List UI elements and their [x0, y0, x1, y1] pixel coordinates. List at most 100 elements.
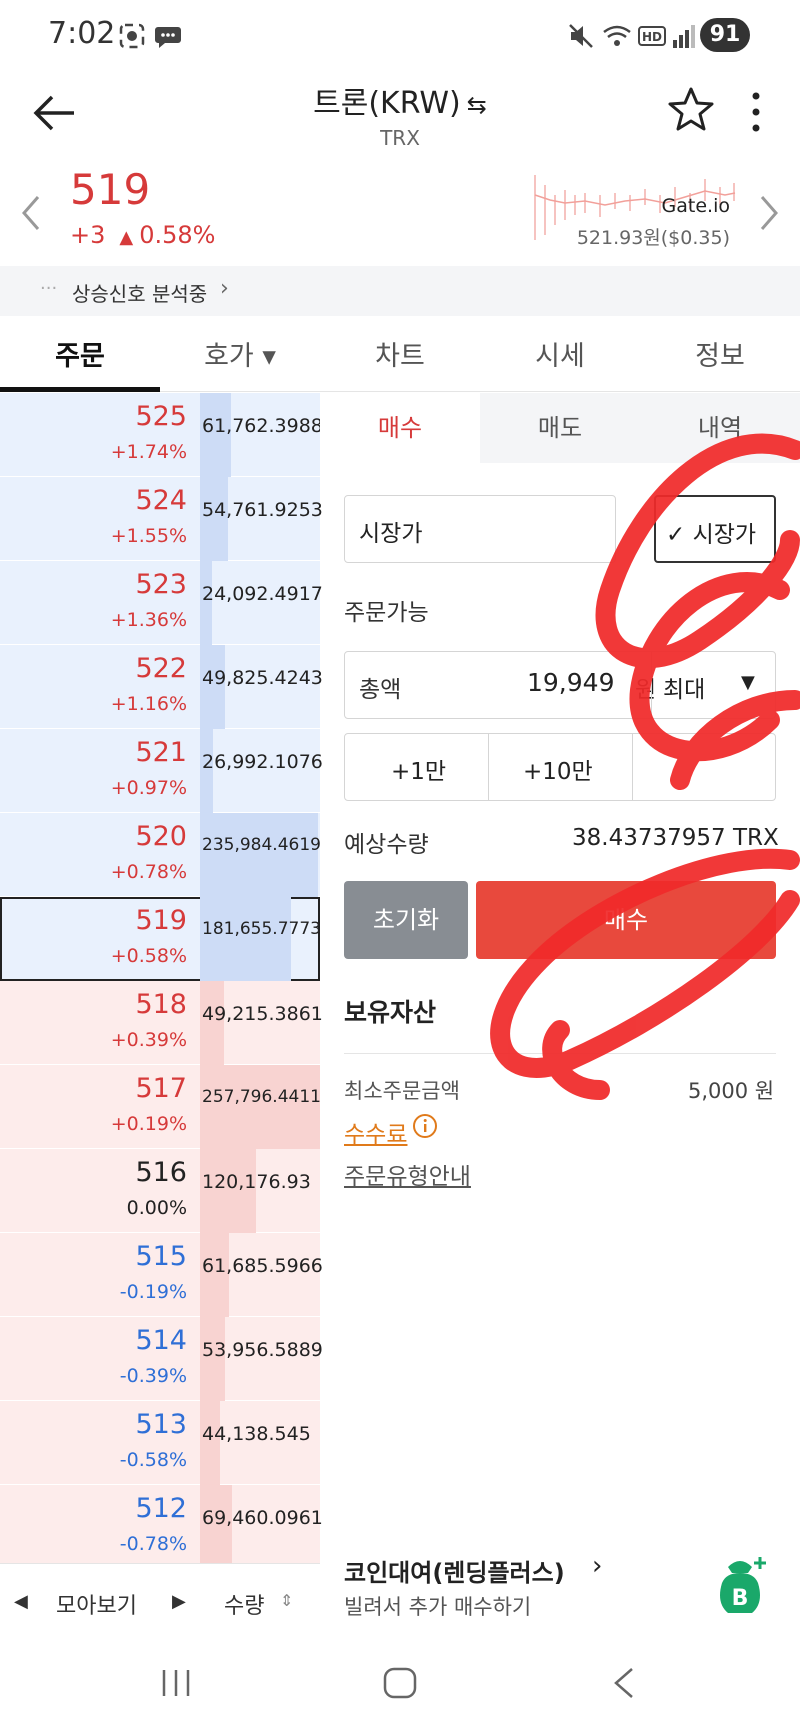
tab-history[interactable]: 내역	[640, 393, 800, 463]
orderbook-quantity: 257,796.4411	[202, 1087, 321, 1107]
orderbook-row[interactable]: 514 -0.39% 53,956.5889	[0, 1317, 323, 1401]
buy-button[interactable]: 매수	[476, 881, 776, 959]
orderbook-quantity: 181,655.7773	[202, 919, 321, 939]
order-panel: 매수 매도 내역 시장가 ✓ 시장가 주문가능 총액 19,949 원 최대 ▼…	[320, 393, 800, 1640]
previous-coin-icon[interactable]	[18, 193, 44, 237]
dropdown-caret-icon[interactable]: ▼	[741, 672, 755, 693]
system-nav-bar	[0, 1640, 800, 1734]
tab-orderbook[interactable]: 호가 ▾	[160, 334, 320, 373]
recent-apps-icon[interactable]	[160, 1666, 192, 1704]
add-100k-button[interactable]: +10만	[523, 752, 593, 786]
orderbook-row[interactable]: 525 +1.74% 61,762.3988	[0, 393, 323, 477]
orderbook-row[interactable]: 521 +0.97% 26,992.1076	[0, 729, 323, 813]
orderbook-row[interactable]: 523 +1.36% 24,092.4917	[0, 561, 323, 645]
max-dropdown-label[interactable]: 최대	[663, 670, 705, 704]
order-type-value: 시장가	[359, 521, 423, 547]
signal-banner[interactable]: ··· 상승신호 분석중 ›	[0, 266, 800, 316]
mute-icon	[568, 22, 594, 54]
orderbook-row[interactable]: 519 +0.58% 181,655.7773	[0, 897, 321, 981]
orderbook-change-pct: -0.78%	[119, 1533, 187, 1555]
orderbook-price: 517	[135, 1073, 187, 1104]
order-type-field[interactable]: 시장가	[344, 495, 616, 563]
orderbook-row[interactable]: 522 +1.16% 49,825.4243	[0, 645, 323, 729]
back-icon[interactable]	[612, 1666, 636, 1704]
available-label: 주문가능	[344, 600, 429, 626]
fee-link[interactable]: 수수료	[344, 1115, 407, 1149]
hd-icon: HD	[638, 22, 666, 54]
order-book-footer: ◀ 모아보기 ▶ 수량 ⇕	[0, 1563, 320, 1640]
volume-bar	[200, 813, 318, 897]
price-change-value: +3	[70, 221, 106, 249]
orderbook-change-pct: +0.97%	[110, 777, 187, 799]
tab-buy[interactable]: 매수	[320, 393, 480, 463]
orderbook-price: 513	[135, 1409, 187, 1440]
price-summary: 519 +3 ▲ 0.58% Gate.io 521.93원($0.35)	[0, 155, 800, 265]
add-10k-button[interactable]: +1만	[391, 752, 446, 786]
orderbook-change-pct: -0.58%	[119, 1449, 187, 1471]
holdings-label: 보유자산	[344, 998, 437, 1027]
wifi-icon	[602, 22, 632, 54]
total-amount-field[interactable]: 총액 19,949 원 최대 ▼	[344, 651, 776, 719]
orderbook-change-pct: +0.39%	[110, 1029, 187, 1051]
loading-dots-icon: ···	[40, 278, 58, 299]
reset-button[interactable]: 초기화	[344, 881, 468, 959]
order-type-guide-link[interactable]: 주문유형안내	[344, 1157, 471, 1191]
chat-icon	[154, 22, 182, 54]
market-order-toggle-label: ✓ 시장가	[666, 522, 757, 548]
tab-info[interactable]: 정보	[640, 334, 800, 373]
orderbook-price: 514	[135, 1325, 187, 1356]
orderbook-quantity: 69,460.0961	[202, 1507, 323, 1529]
tab-market[interactable]: 시세	[480, 334, 640, 373]
volume-bar	[200, 1065, 320, 1149]
orderbook-quantity: 44,138.545	[202, 1423, 311, 1445]
orderbook-change-pct: +0.58%	[110, 945, 187, 967]
orderbook-row[interactable]: 516 0.00% 120,176.93	[0, 1149, 320, 1233]
orderbook-row[interactable]: 518 +0.39% 49,215.3861	[0, 981, 323, 1065]
orderbook-change-pct: -0.19%	[119, 1281, 187, 1303]
more-options-icon[interactable]	[748, 90, 764, 138]
orderbook-change-pct: +1.36%	[110, 609, 187, 631]
orderbook-row[interactable]: 517 +0.19% 257,796.4411	[0, 1065, 321, 1149]
grouped-view-label[interactable]: 모아보기	[56, 1588, 137, 1620]
expected-qty-label: 예상수량	[344, 832, 429, 858]
sort-icon[interactable]: ⇕	[280, 1591, 293, 1610]
view-next-arrow-icon[interactable]: ▶	[172, 1591, 186, 1612]
orderbook-row[interactable]: 512 -0.78% 69,460.0961	[0, 1485, 323, 1569]
orderbook-quantity: 61,685.5966	[202, 1255, 323, 1277]
orderbook-row[interactable]: 520 +0.78% 235,984.4619	[0, 813, 321, 897]
lending-subtitle: 빌려서 추가 매수하기	[344, 1595, 532, 1619]
market-order-toggle[interactable]: ✓ 시장가	[654, 495, 776, 563]
next-coin-icon[interactable]	[756, 193, 782, 237]
orderbook-price: 516	[135, 1157, 187, 1188]
home-icon[interactable]	[382, 1666, 418, 1704]
min-order-value: 5,000 원	[688, 1079, 775, 1103]
orderbook-row[interactable]: 515 -0.19% 61,685.5966	[0, 1233, 323, 1317]
chevron-right-icon: ›	[220, 276, 229, 301]
tab-chart[interactable]: 차트	[320, 334, 480, 373]
orderbook-quantity: 49,215.3861	[202, 1003, 323, 1025]
holdings-link[interactable]: 보유자산	[344, 993, 436, 1029]
tab-sell[interactable]: 매도	[480, 393, 640, 463]
orderbook-quantity: 120,176.93	[202, 1171, 311, 1193]
info-icon[interactable]	[412, 1113, 438, 1143]
orderbook-row[interactable]: 513 -0.58% 44,138.545	[0, 1401, 320, 1485]
svg-text:B: B	[732, 1586, 749, 1611]
chevron-right-icon: ›	[592, 1551, 603, 1581]
order-tabs: 매수 매도 내역	[320, 393, 800, 463]
tab-order[interactable]: 주문	[0, 334, 160, 373]
favorite-star-icon[interactable]	[668, 86, 714, 136]
app-header: 트론(KRW) ⇆ TRX	[0, 70, 800, 155]
view-prev-arrow-icon[interactable]: ◀	[14, 1591, 28, 1612]
quantity-sort-label[interactable]: 수량	[224, 1588, 264, 1620]
current-price: 519	[70, 165, 151, 214]
orderbook-change-pct: +1.16%	[110, 693, 187, 715]
orderbook-price: 515	[135, 1241, 187, 1272]
quick-amount-group: +1만 +10만	[344, 733, 776, 801]
reference-price: 521.93원($0.35)	[576, 227, 730, 249]
orderbook-row[interactable]: 524 +1.55% 54,761.9253	[0, 477, 323, 561]
quick-divider	[488, 734, 489, 800]
orderbook-price: 520	[135, 821, 187, 852]
price-change-pct: 0.58%	[139, 221, 216, 249]
volume-bar	[200, 897, 291, 981]
expected-qty-value: 38.43737957 TRX	[572, 825, 779, 851]
